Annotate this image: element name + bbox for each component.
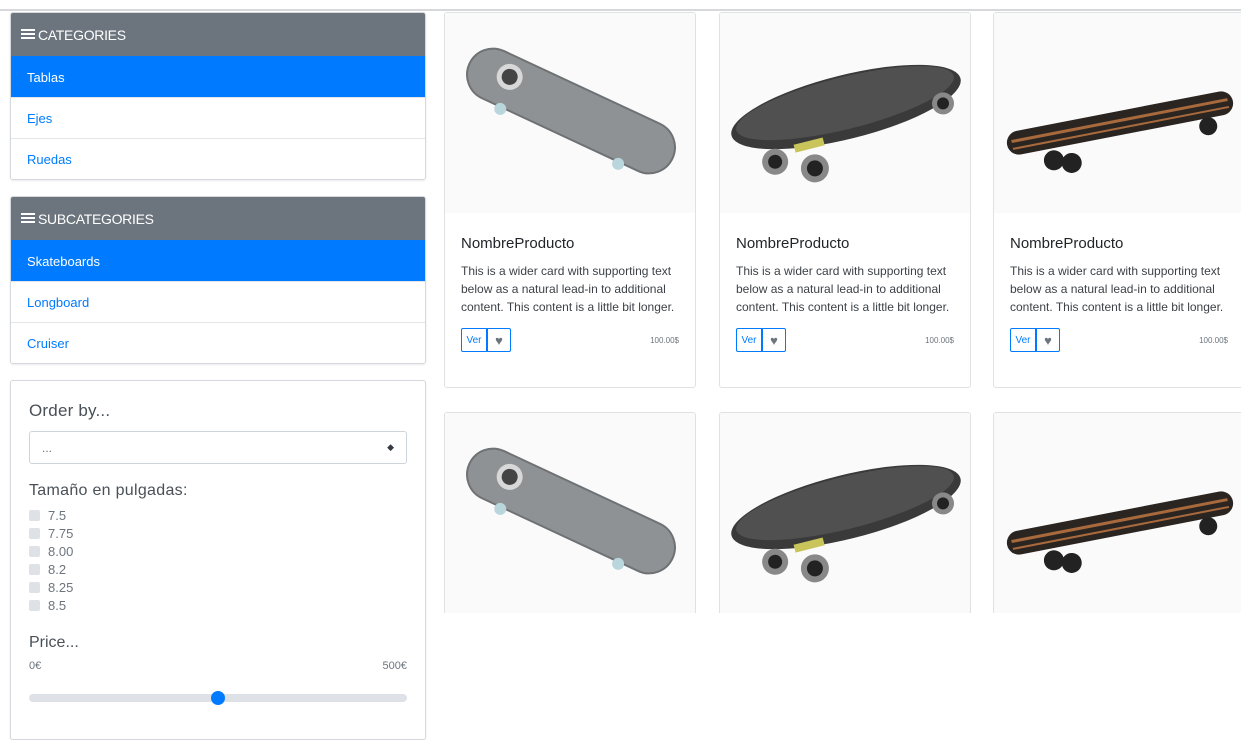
cruiser-image bbox=[731, 464, 961, 583]
price-min-label: 0€ bbox=[29, 660, 42, 672]
heart-icon[interactable]: ♥ bbox=[487, 328, 511, 352]
category-label: Ejes bbox=[27, 110, 53, 126]
subcategory-label: Cruiser bbox=[27, 335, 69, 351]
category-item-tablas[interactable]: Tablas bbox=[11, 56, 425, 97]
size-checkbox[interactable] bbox=[29, 545, 40, 557]
subcategory-item-skateboards[interactable]: Skateboards bbox=[11, 240, 425, 281]
category-label: Tablas bbox=[27, 69, 65, 85]
size-title: Tamaño en pulgadas: bbox=[29, 482, 188, 499]
product-actions: Ver ♥ bbox=[736, 328, 786, 352]
view-button[interactable]: Ver bbox=[736, 328, 762, 352]
skateboard-image bbox=[466, 447, 676, 575]
size-option[interactable]: 7.75 bbox=[29, 524, 407, 542]
categories-panel: CATEGORIES Tablas Ejes Ruedas bbox=[10, 12, 426, 180]
order-by-select[interactable]: ... ◆ bbox=[29, 431, 407, 464]
view-button[interactable]: Ver bbox=[461, 328, 487, 352]
product-description: This is a wider card with supporting tex… bbox=[1010, 264, 1224, 314]
product-card: NombreProducto This is a wider card with… bbox=[444, 12, 696, 388]
filters-panel: Order by... ... ◆ Tamaño en pulgadas: 7.… bbox=[10, 380, 426, 740]
longboard-image bbox=[1006, 491, 1234, 573]
subcategory-label: Longboard bbox=[27, 294, 90, 310]
size-label: 8.00 bbox=[48, 543, 74, 559]
product-image bbox=[445, 13, 695, 213]
product-image bbox=[994, 413, 1241, 613]
categories-header: CATEGORIES bbox=[11, 13, 425, 56]
size-checkbox[interactable] bbox=[29, 527, 40, 539]
product-image bbox=[720, 13, 970, 213]
product-image bbox=[994, 13, 1241, 213]
size-option[interactable]: 8.2 bbox=[29, 560, 407, 578]
skateboard-image bbox=[466, 47, 676, 175]
category-label: Ruedas bbox=[27, 151, 72, 167]
size-option[interactable]: 8.5 bbox=[29, 596, 407, 614]
product-grid: NombreProducto This is a wider card with… bbox=[444, 12, 1241, 613]
categories-header-label: CATEGORIES bbox=[38, 26, 126, 43]
product-card: NombreProducto This is a wider card with… bbox=[993, 12, 1241, 388]
category-item-ejes[interactable]: Ejes bbox=[11, 97, 425, 138]
size-option[interactable]: 8.00 bbox=[29, 542, 407, 560]
select-caret-icon: ◆ bbox=[387, 442, 394, 452]
product-description: This is a wider card with supporting tex… bbox=[736, 264, 950, 314]
product-image bbox=[720, 413, 970, 613]
longboard-image bbox=[1006, 91, 1234, 173]
view-button[interactable]: Ver bbox=[1010, 328, 1036, 352]
size-checkbox[interactable] bbox=[29, 581, 40, 593]
product-name: NombreProducto bbox=[1010, 235, 1124, 252]
size-option[interactable]: 7.5 bbox=[29, 506, 407, 524]
order-by-title: Order by... bbox=[29, 401, 111, 420]
product-name: NombreProducto bbox=[461, 235, 575, 252]
subcategory-item-cruiser[interactable]: Cruiser bbox=[11, 322, 425, 363]
list-icon bbox=[21, 213, 35, 224]
cruiser-image bbox=[731, 64, 961, 183]
size-label: 8.2 bbox=[48, 561, 67, 577]
price-range-labels: 0€ 500€ bbox=[29, 660, 407, 672]
size-option[interactable]: 8.25 bbox=[29, 578, 407, 596]
size-label: 7.5 bbox=[48, 507, 67, 523]
subcategories-panel: SUBCATEGORIES Skateboards Longboard Crui… bbox=[10, 196, 426, 364]
product-image bbox=[445, 413, 695, 613]
heart-icon[interactable]: ♥ bbox=[762, 328, 786, 352]
product-card: NombreProducto This is a wider card with… bbox=[719, 12, 971, 388]
size-label: 7.75 bbox=[48, 525, 74, 541]
product-description: This is a wider card with supporting tex… bbox=[461, 264, 675, 314]
size-label: 8.5 bbox=[48, 597, 67, 613]
size-checkbox[interactable] bbox=[29, 599, 40, 611]
subcategories-header: SUBCATEGORIES bbox=[11, 197, 425, 240]
size-checkbox[interactable] bbox=[29, 563, 40, 575]
product-actions: Ver ♥ bbox=[1010, 328, 1060, 352]
product-name: NombreProducto bbox=[736, 235, 850, 252]
product-card bbox=[444, 412, 696, 613]
heart-icon[interactable]: ♥ bbox=[1036, 328, 1060, 352]
size-checkbox[interactable] bbox=[29, 509, 40, 521]
category-item-ruedas[interactable]: Ruedas bbox=[11, 138, 425, 179]
order-by-value: ... bbox=[42, 440, 53, 455]
subcategories-header-label: SUBCATEGORIES bbox=[38, 210, 154, 227]
subcategory-label: Skateboards bbox=[27, 253, 100, 269]
list-icon bbox=[21, 29, 35, 40]
price-slider-thumb[interactable] bbox=[211, 691, 225, 705]
product-actions: Ver ♥ bbox=[461, 328, 511, 352]
product-price: 100.00$ bbox=[1199, 335, 1228, 345]
price-title: Price... bbox=[29, 634, 79, 651]
top-divider bbox=[0, 9, 1241, 11]
product-card bbox=[719, 412, 971, 613]
sidebar: CATEGORIES Tablas Ejes Ruedas SUBCATEGOR… bbox=[10, 12, 426, 740]
price-slider[interactable] bbox=[29, 691, 407, 705]
product-card bbox=[993, 412, 1241, 613]
subcategory-item-longboard[interactable]: Longboard bbox=[11, 281, 425, 322]
product-price: 100.00$ bbox=[925, 335, 954, 345]
price-max-label: 500€ bbox=[382, 660, 407, 672]
product-price: 100.00$ bbox=[650, 335, 679, 345]
size-label: 8.25 bbox=[48, 579, 74, 595]
